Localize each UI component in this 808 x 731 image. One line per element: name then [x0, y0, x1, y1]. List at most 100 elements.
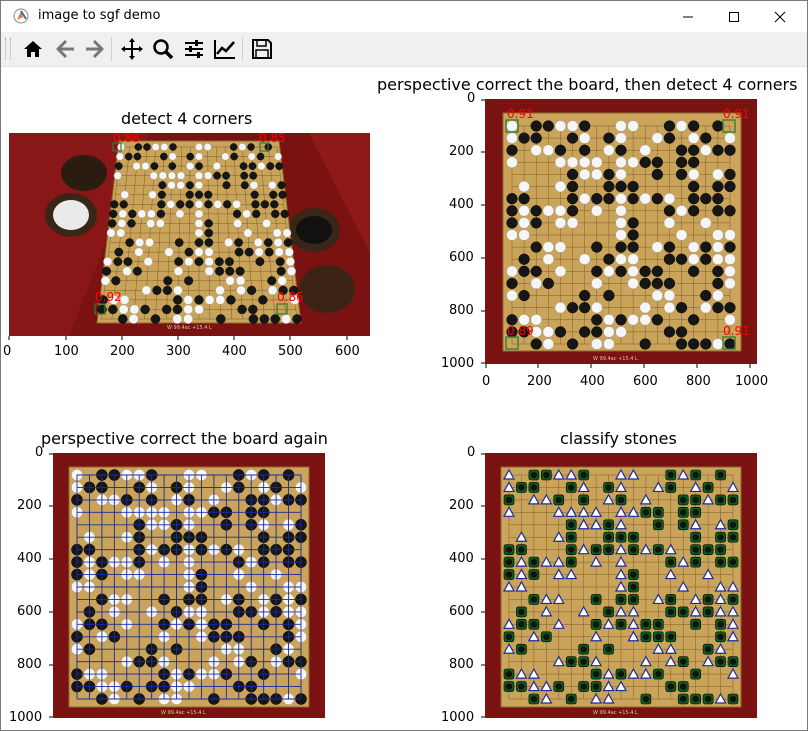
black-stone: [194, 295, 204, 305]
black-stone: [185, 190, 194, 199]
black-stone: [225, 257, 234, 267]
black-stone: [724, 338, 736, 350]
black-stone: [152, 285, 162, 295]
black-stone: [580, 683, 587, 690]
black-stone: [579, 289, 591, 302]
black-stone: [688, 314, 700, 326]
black-stone: [615, 314, 627, 326]
black-stone: [543, 633, 550, 640]
white-stone: [530, 144, 542, 156]
maximize-button[interactable]: [711, 1, 757, 32]
white-stone: [579, 193, 591, 205]
black-stone: [255, 257, 265, 267]
black-stone: [630, 596, 637, 603]
black-stone: [627, 241, 639, 253]
black-stone: [700, 241, 712, 253]
toolbar-separator: [111, 37, 112, 61]
black-stone: [566, 132, 579, 144]
black-stone: [251, 200, 260, 209]
white-stone: [506, 265, 518, 277]
black-stone: [729, 534, 737, 541]
black-stone: [712, 205, 724, 217]
corner-score: 0.88: [113, 133, 140, 145]
black-stone: [667, 471, 674, 479]
black-stone: [518, 193, 530, 205]
home-button[interactable]: [19, 35, 47, 63]
white-stone: [651, 132, 663, 144]
white-stone: [554, 120, 567, 132]
black-stone: [692, 496, 699, 504]
black-stone: [506, 144, 518, 156]
black-stone: [717, 633, 724, 640]
x-tick-label: 800: [686, 374, 711, 389]
white-stone: [128, 314, 139, 324]
pan-button[interactable]: [118, 35, 146, 63]
black-stone: [234, 238, 243, 247]
white-stone: [194, 209, 204, 219]
black-stone: [194, 190, 204, 199]
black-stone: [663, 120, 676, 132]
white-stone: [615, 120, 627, 132]
black-stone: [237, 304, 247, 315]
subplots-button[interactable]: [180, 35, 208, 63]
white-stone: [183, 314, 193, 324]
black-stone: [240, 181, 249, 190]
black-stone: [712, 277, 724, 290]
zoom-button[interactable]: [149, 35, 177, 63]
white-stone: [724, 253, 736, 265]
black-stone: [184, 247, 194, 257]
black-stone: [729, 695, 737, 703]
black-stone: [247, 285, 257, 295]
white-stone: [579, 156, 591, 168]
white-stone: [204, 266, 214, 276]
black-stone: [680, 496, 687, 504]
white-stone: [675, 205, 688, 217]
black-stone: [150, 314, 161, 324]
board-caption: W 99.4ac +15.4 L: [593, 710, 638, 716]
white-stone: [591, 302, 603, 314]
white-stone: [627, 156, 639, 168]
white-stone: [103, 257, 113, 267]
forward-button[interactable]: [81, 35, 109, 63]
black-stone: [194, 238, 204, 247]
black-stone: [216, 314, 226, 324]
black-stone: [700, 193, 712, 205]
black-stone: [215, 266, 225, 276]
black-stone: [579, 302, 591, 314]
black-stone: [688, 144, 700, 156]
black-stone: [704, 646, 712, 653]
back-button[interactable]: [51, 35, 79, 63]
black-stone: [692, 546, 699, 553]
white-stone: [688, 168, 700, 181]
x-tick-label: 1000: [735, 374, 769, 389]
black-stone: [530, 596, 538, 603]
black-stone: [667, 683, 674, 690]
edit-axes-button[interactable]: [211, 35, 239, 63]
figure-canvas[interactable]: detect 4 corners 0.88 0.85 0.92 0.86 W 9…: [1, 67, 807, 730]
black-stone: [204, 228, 214, 238]
black-stone: [603, 289, 615, 302]
black-stone: [278, 190, 287, 199]
white-stone: [663, 193, 676, 205]
black-stone: [627, 193, 639, 205]
black-stone: [704, 546, 712, 553]
black-stone: [692, 471, 699, 479]
white-stone: [712, 289, 724, 302]
black-stone: [133, 152, 142, 161]
white-stone: [166, 200, 175, 209]
black-stone: [123, 257, 133, 267]
save-button[interactable]: [248, 35, 276, 63]
white-stone: [118, 209, 127, 219]
minimize-button[interactable]: [665, 1, 711, 32]
black-stone: [655, 633, 662, 640]
black-stone: [688, 265, 700, 277]
black-stone: [724, 241, 736, 253]
white-stone: [233, 219, 242, 228]
board-photo-1: 0.88 0.85 0.92 0.86 W 99.4ac +15.4 L: [9, 133, 370, 336]
y-tick-label: 600: [449, 250, 474, 265]
black-stone: [114, 247, 124, 257]
toolbar-grip[interactable]: [5, 38, 11, 60]
black-stone: [169, 143, 177, 151]
close-button[interactable]: [757, 1, 803, 32]
black-stone: [605, 608, 612, 616]
